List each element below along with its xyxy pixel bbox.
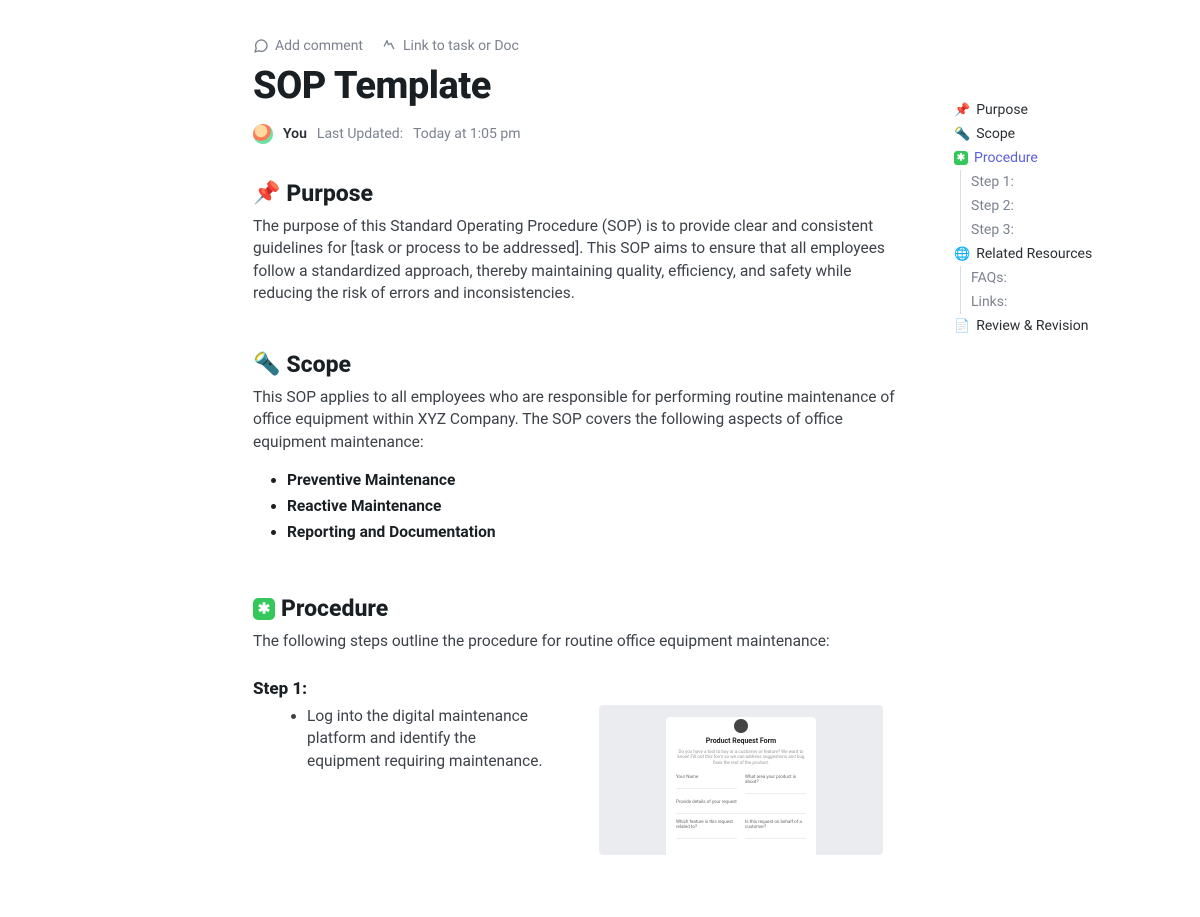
procedure-heading[interactable]: Procedure — [253, 595, 913, 622]
procedure-heading-text: Procedure — [281, 595, 388, 622]
purpose-heading[interactable]: 📌 Purpose — [253, 180, 913, 207]
nav-procedure-label: Procedure — [974, 150, 1038, 166]
form-desc: Do you have a tool to buy or a customer … — [666, 750, 816, 772]
step1-text[interactable]: Log into the digital maintenance platfor… — [307, 705, 553, 772]
link-task-button[interactable]: Link to task or Doc — [381, 38, 519, 54]
nav-faqs[interactable]: FAQs: — [971, 266, 1154, 290]
doc-toolbar: Add comment Link to task or Doc — [253, 38, 913, 54]
nav-step3[interactable]: Step 3: — [971, 218, 1154, 242]
form-card: Product Request Form Do you have a tool … — [666, 717, 816, 917]
nav-scope-label: Scope — [976, 126, 1015, 142]
globe-icon: 🌐 — [954, 247, 970, 262]
link-task-label: Link to task or Doc — [403, 38, 519, 54]
procedure-icon — [253, 598, 275, 620]
nav-purpose-label: Purpose — [976, 102, 1028, 118]
form-title: Product Request Form — [666, 737, 816, 745]
scope-heading[interactable]: 🔦 Scope — [253, 351, 913, 378]
add-comment-button[interactable]: Add comment — [253, 38, 363, 54]
nav-related-children: FAQs: Links: — [960, 266, 1154, 314]
page-icon: 📄 — [954, 319, 970, 334]
nav-purpose[interactable]: 📌 Purpose — [954, 98, 1154, 122]
nav-links[interactable]: Links: — [971, 290, 1154, 314]
scope-item-2[interactable]: Reactive Maintenance — [287, 497, 913, 515]
doc-meta: You Last Updated: Today at 1:05 pm — [253, 124, 913, 144]
purpose-body[interactable]: The purpose of this Standard Operating P… — [253, 215, 913, 305]
step1-row: Log into the digital maintenance platfor… — [253, 705, 913, 855]
nav-related[interactable]: 🌐 Related Resources — [954, 242, 1154, 266]
scope-body[interactable]: This SOP applies to all employees who ar… — [253, 386, 913, 453]
updated-value: Today at 1:05 pm — [413, 126, 520, 142]
comment-icon — [253, 38, 269, 54]
purpose-icon: 📌 — [253, 181, 280, 206]
nav-related-label: Related Resources — [976, 246, 1092, 262]
purpose-heading-text: Purpose — [286, 180, 373, 207]
nav-procedure-children: Step 1: Step 2: Step 3: — [960, 170, 1154, 242]
scope-icon: 🔦 — [253, 352, 280, 377]
pin-icon: 📌 — [954, 103, 970, 118]
link-icon — [381, 38, 397, 54]
page-title[interactable]: SOP Template — [253, 64, 913, 108]
form-avatar-icon — [734, 719, 748, 733]
scope-list[interactable]: Preventive Maintenance Reactive Maintena… — [253, 471, 913, 541]
nav-procedure[interactable]: Procedure — [954, 146, 1154, 170]
nav-scope[interactable]: 🔦 Scope — [954, 122, 1154, 146]
author-name[interactable]: You — [283, 126, 307, 142]
nav-review-label: Review & Revision — [976, 318, 1088, 334]
scope-heading-text: Scope — [286, 351, 351, 378]
form-preview-image[interactable]: Product Request Form Do you have a tool … — [599, 705, 883, 855]
nav-step1[interactable]: Step 1: — [971, 170, 1154, 194]
step1-title[interactable]: Step 1: — [253, 679, 913, 699]
step1-text-col: Log into the digital maintenance platfor… — [253, 705, 553, 772]
step1-bullets[interactable]: Log into the digital maintenance platfor… — [253, 705, 553, 772]
scope-item-1[interactable]: Preventive Maintenance — [287, 471, 913, 489]
updated-label: Last Updated: — [317, 126, 403, 142]
author-avatar[interactable] — [253, 124, 273, 144]
nav-step2[interactable]: Step 2: — [971, 194, 1154, 218]
outline-sidebar: 📌 Purpose 🔦 Scope Procedure Step 1: Step… — [954, 98, 1154, 338]
flashlight-icon: 🔦 — [954, 127, 970, 142]
add-comment-label: Add comment — [275, 38, 363, 54]
nav-review[interactable]: 📄 Review & Revision — [954, 314, 1154, 338]
asterisk-icon — [954, 151, 968, 165]
scope-item-3[interactable]: Reporting and Documentation — [287, 523, 913, 541]
document-main: Add comment Link to task or Doc SOP Temp… — [253, 38, 913, 855]
procedure-body[interactable]: The following steps outline the procedur… — [253, 630, 913, 652]
